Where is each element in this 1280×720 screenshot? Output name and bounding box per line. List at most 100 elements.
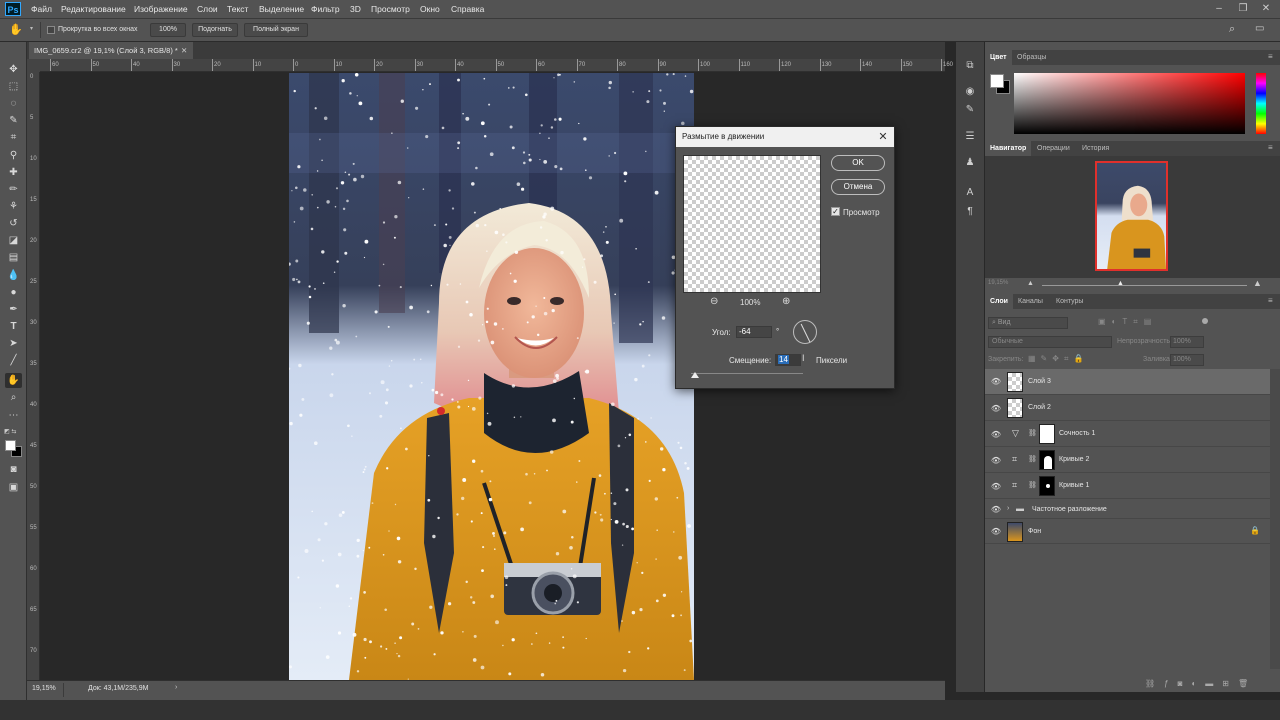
tab-channels[interactable]: Каналы [1013,294,1048,309]
tab-swatches[interactable]: Образцы [1012,50,1051,65]
menu-edit[interactable]: Редактирование [61,4,126,14]
angle-dial[interactable] [793,320,817,344]
quick-selection-tool-icon[interactable]: ✎ [5,113,22,128]
offset-slider-thumb[interactable] [691,372,699,378]
menu-type[interactable]: Текст [227,4,248,14]
layer-row[interactable]: 👁 Фон 🔒 [985,520,1270,544]
color-foreground-swatch[interactable] [990,74,1004,88]
navigator-zoom-thumb[interactable]: ▲ [1117,280,1124,287]
tab-paths[interactable]: Контуры [1051,294,1088,309]
fit-screen-button[interactable]: Подогнать [192,23,238,37]
history-brush-icon[interactable]: ↺ [5,216,22,231]
tab-layers[interactable]: Слои [985,294,1013,309]
default-colors-icon[interactable]: ◩ ⇆ [4,428,16,435]
marquee-tool-icon[interactable]: ⬚ [5,79,22,94]
visibility-eye-icon[interactable]: 👁 [990,527,1002,537]
maximize-icon[interactable]: ❐ [1236,2,1250,16]
menu-filter[interactable]: Фильтр [311,4,340,14]
angle-input[interactable]: -64 [736,326,772,338]
hue-slider[interactable] [1256,73,1266,134]
visibility-eye-icon[interactable]: 👁 [990,404,1002,414]
cancel-button[interactable]: Отмена [831,179,885,195]
layer-actions-toolbar[interactable]: ⛓ƒ◙◐▬⊞🗑 [1145,679,1257,688]
layer-row[interactable]: 👁 ▽ ⛓ Сочность 1 [985,422,1270,447]
eyedropper-tool-icon[interactable]: ⚲ [5,148,22,163]
visibility-eye-icon[interactable]: 👁 [990,505,1002,515]
menu-layers[interactable]: Слои [197,4,218,14]
opacity-input[interactable]: 100% [1170,336,1204,348]
fill-input[interactable]: 100% [1170,354,1204,366]
navigator-zoom-out-icon[interactable]: ▲ [1027,280,1034,287]
status-menu-arrow-icon[interactable]: › [175,684,177,691]
workspace-icon[interactable]: ▭ [1255,23,1264,34]
dialog-close-icon[interactable]: ✕ [876,130,890,144]
healing-brush-icon[interactable]: ✚ [5,165,22,180]
filter-preview[interactable] [683,155,821,293]
more-tools-icon[interactable]: ⋯ [5,408,22,423]
eraser-tool-icon[interactable]: ◪ [5,233,22,248]
navigator-zoom-slider[interactable] [1042,285,1247,286]
layer-row[interactable]: 👁 ⌗ ⛓ Кривые 1 [985,474,1270,499]
pen-tool-icon[interactable]: ✒ [5,302,22,317]
document-photo[interactable] [289,73,694,680]
panel-menu-icon[interactable]: ≡ [1268,143,1273,152]
layers-scrollbar[interactable] [1270,369,1280,669]
status-zoom[interactable]: 19,15% [32,685,56,692]
layer-row[interactable]: 👁 Слой 3 [985,369,1270,395]
clone-source-icon[interactable]: ♟ [962,155,978,171]
clone-stamp-icon[interactable]: ⚘ [5,199,22,214]
zoom-out-icon[interactable]: ⊖ [710,296,718,307]
zoom-tool-icon[interactable]: ⌕ [5,390,22,405]
zoom-100-button[interactable]: 100% [150,23,186,37]
layer-row[interactable]: 👁 Слой 2 [985,396,1270,421]
brush-panel-icon[interactable]: ✎ [962,102,978,118]
lasso-tool-icon[interactable]: ◌ [5,96,22,111]
navigator-thumbnail[interactable] [1095,161,1168,271]
filter-toggle-icon[interactable] [1202,318,1208,324]
line-tool-icon[interactable]: ╱ [5,353,22,368]
visibility-eye-icon[interactable]: 👁 [990,377,1002,387]
navigator-zoom-in-icon[interactable]: ▲ [1253,278,1262,288]
hand-tool-icon[interactable]: ✋ [5,373,22,388]
history-panel-icon[interactable]: ⧉ [962,58,978,74]
tab-history[interactable]: История [1077,141,1114,156]
layer-filter-icons[interactable]: ▣◐T⌗▤ [1098,317,1157,327]
zoom-in-icon[interactable]: ⊕ [782,296,790,307]
tab-actions[interactable]: Операции [1032,141,1075,156]
character-panel-icon[interactable]: A [962,185,978,201]
tab-color[interactable]: Цвет [985,50,1012,65]
layer-group-row[interactable]: 👁 › ▬ Частотное разложение [985,500,1270,519]
panel-menu-icon[interactable]: ≡ [1268,52,1273,61]
preview-checkbox[interactable]: ✓ [831,207,840,216]
offset-slider[interactable] [691,373,803,374]
color-field[interactable] [1014,73,1245,134]
menu-help[interactable]: Справка [451,4,484,14]
screen-mode-icon[interactable]: ▣ [5,480,22,495]
properties-panel-icon[interactable]: ◉ [962,84,978,100]
quick-mask-icon[interactable]: ◙ [5,462,22,477]
foreground-color-swatch[interactable] [5,440,16,451]
visibility-eye-icon[interactable]: 👁 [990,430,1002,440]
minimize-icon[interactable]: – [1212,2,1226,16]
menu-view[interactable]: Просмотр [371,4,410,14]
expand-arrow-icon[interactable]: › [1007,505,1009,512]
menu-window[interactable]: Окно [420,4,440,14]
dodge-tool-icon[interactable]: ● [5,285,22,300]
ok-button[interactable]: OK [831,155,885,171]
menu-3d[interactable]: 3D [350,4,361,14]
menu-image[interactable]: Изображение [134,4,188,14]
tab-navigator[interactable]: Навигатор [985,141,1032,156]
blend-mode-select[interactable]: Обычные [988,336,1112,348]
menu-file[interactable]: Файл [31,4,52,14]
chevron-down-icon[interactable]: ▾ [30,25,33,32]
hand-tool-icon[interactable]: ✋ [9,23,25,37]
visibility-eye-icon[interactable]: 👁 [990,456,1002,466]
offset-input[interactable]: 14 [775,354,801,366]
layer-row[interactable]: 👁 ⌗ ⛓ Кривые 2 [985,448,1270,473]
panel-menu-icon[interactable]: ≡ [1268,296,1273,305]
crop-tool-icon[interactable]: ⌗ [5,130,22,145]
brush-tool-icon[interactable]: ✏ [5,182,22,197]
close-icon[interactable]: ✕ [1259,2,1273,16]
blur-tool-icon[interactable]: 💧 [5,268,22,283]
lock-icons[interactable]: ▦✎✥⌗🔒 [1028,354,1088,364]
